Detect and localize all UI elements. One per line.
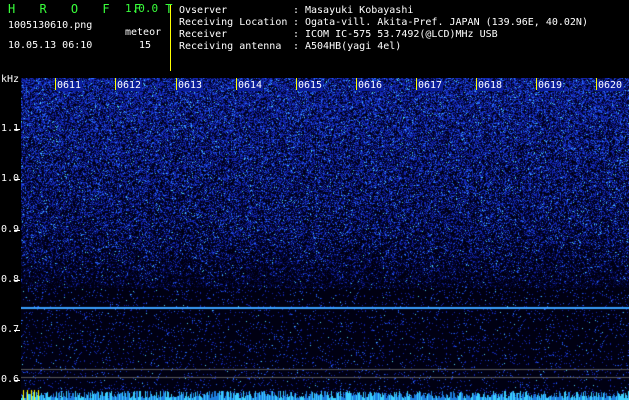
time-label: 0619 (537, 80, 564, 91)
header-panel: H R O F F T 1.0.0 1005130610.png meteor … (0, 0, 629, 78)
y-axis-unit: kHz (1, 74, 20, 85)
time-label: 0616 (357, 80, 384, 91)
y-tick (14, 179, 20, 180)
time-tick (115, 78, 116, 90)
time-tick (55, 78, 56, 90)
time-label: 0611 (56, 80, 83, 91)
time-label: 0620 (597, 80, 624, 91)
time-label: 0614 (237, 80, 264, 91)
file-name: 1005130610.png (8, 20, 93, 31)
capture-datetime: 10.05.13 06:10 (8, 40, 93, 51)
location-value: Ogata-vill. Akita-Pref. JAPAN (139.96E, … (305, 17, 588, 28)
y-tick (14, 129, 20, 130)
y-tick (14, 230, 20, 231)
time-label: 0613 (177, 80, 204, 91)
location-label: Receiving Location (179, 17, 288, 28)
time-tick (416, 78, 417, 90)
receiver-colon: : (293, 29, 300, 40)
time-label: 0615 (297, 80, 324, 91)
time-tick (236, 78, 237, 90)
y-tick (14, 380, 20, 381)
antenna-value: A504HB(yagi 4el) (305, 41, 402, 52)
meteor-count: 15 (139, 40, 152, 51)
meteor-label: meteor (125, 27, 162, 38)
receiver-label: Receiver (179, 29, 228, 40)
spectrogram-canvas (21, 78, 629, 400)
time-label: 0618 (477, 80, 504, 91)
app-version: 1.0.0 (125, 2, 159, 15)
antenna-colon: : (293, 41, 300, 52)
observer-value: Masayuki Kobayashi (305, 5, 414, 16)
y-tick (14, 330, 20, 331)
time-tick (176, 78, 177, 90)
header-divider (170, 5, 171, 71)
observer-label: Ovserver (179, 5, 228, 16)
time-tick (536, 78, 537, 90)
time-label: 0617 (417, 80, 444, 91)
time-tick (296, 78, 297, 90)
time-label: 0612 (116, 80, 143, 91)
location-colon: : (293, 17, 300, 28)
time-tick (356, 78, 357, 90)
receiver-value: ICOM IC-575 53.7492(@LCD)MHz USB (305, 29, 498, 40)
time-tick (476, 78, 477, 90)
time-tick (596, 78, 597, 90)
antenna-label: Receiving antenna (179, 41, 282, 52)
observer-colon: : (293, 5, 300, 16)
y-tick (14, 280, 20, 281)
